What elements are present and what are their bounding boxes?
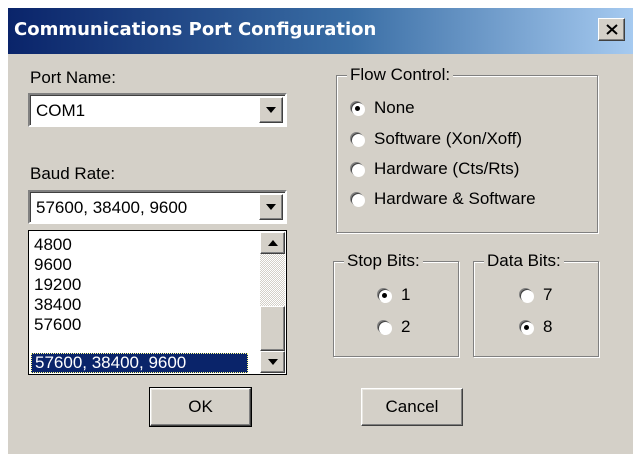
data-bits-7-option[interactable]: 7 bbox=[520, 285, 552, 305]
radio-button[interactable] bbox=[378, 288, 391, 302]
close-button[interactable] bbox=[598, 18, 625, 41]
baud-rate-dropdown-button[interactable] bbox=[259, 194, 283, 220]
baud-rate-list[interactable]: 4800 9600 19200 38400 57600 57600, 38400… bbox=[28, 230, 287, 375]
stop-bits-2-option[interactable]: 2 bbox=[378, 317, 410, 337]
scroll-up-button[interactable] bbox=[260, 232, 285, 254]
radio-label: 8 bbox=[543, 317, 553, 336]
cancel-button[interactable]: Cancel bbox=[361, 388, 463, 426]
radio-label: 2 bbox=[401, 317, 411, 336]
stop-bits-label: Stop Bits: bbox=[344, 251, 423, 271]
port-name-value: COM1 bbox=[36, 101, 86, 120]
radio-button[interactable] bbox=[520, 320, 533, 334]
radio-label: Hardware & Software bbox=[374, 189, 536, 208]
baud-rate-label: Baud Rate: bbox=[30, 164, 116, 183]
window-title: Communications Port Configuration bbox=[14, 19, 377, 40]
radio-label: 1 bbox=[401, 285, 411, 304]
radio-button[interactable] bbox=[351, 132, 364, 146]
chevron-up-icon bbox=[267, 240, 278, 246]
stop-bits-group: Stop Bits: 1 2 bbox=[333, 251, 459, 357]
list-item[interactable]: 57600 bbox=[31, 315, 81, 335]
chevron-down-icon bbox=[266, 107, 276, 113]
radio-button[interactable] bbox=[351, 162, 364, 176]
flow-control-label: Flow Control: bbox=[347, 65, 454, 85]
chevron-down-icon bbox=[267, 359, 278, 365]
radio-label: 7 bbox=[543, 285, 553, 304]
radio-label: Software (Xon/Xoff) bbox=[374, 129, 523, 148]
flow-software-option[interactable]: Software (Xon/Xoff) bbox=[351, 129, 522, 149]
data-bits-8-option[interactable]: 8 bbox=[520, 317, 552, 337]
flow-hardware-option[interactable]: Hardware (Cts/Rts) bbox=[351, 159, 519, 179]
close-icon bbox=[605, 24, 618, 35]
flow-none-option[interactable]: None bbox=[351, 98, 415, 118]
list-item[interactable]: 38400 bbox=[31, 295, 81, 315]
radio-button[interactable] bbox=[378, 320, 391, 334]
radio-label: Hardware (Cts/Rts) bbox=[374, 159, 520, 178]
flow-both-option[interactable]: Hardware & Software bbox=[351, 189, 536, 209]
flow-control-group: Flow Control: None Software (Xon/Xoff) H… bbox=[336, 65, 598, 233]
list-item[interactable]: 9600 bbox=[31, 255, 72, 275]
radio-button[interactable] bbox=[351, 192, 364, 206]
scroll-track[interactable] bbox=[260, 254, 285, 306]
baud-rate-combo[interactable]: 57600, 38400, 9600 bbox=[28, 190, 287, 224]
port-config-dialog: Communications Port Configuration Port N… bbox=[8, 8, 633, 454]
list-item[interactable]: 4800 bbox=[31, 235, 72, 255]
radio-button[interactable] bbox=[351, 101, 364, 115]
scroll-thumb[interactable] bbox=[260, 306, 285, 351]
list-scrollbar[interactable] bbox=[260, 232, 285, 373]
port-name-dropdown-button[interactable] bbox=[259, 97, 283, 123]
scroll-down-button[interactable] bbox=[260, 351, 285, 373]
radio-button[interactable] bbox=[520, 288, 533, 302]
data-bits-label: Data Bits: bbox=[484, 251, 564, 271]
list-item-selected[interactable]: 57600, 38400, 9600 bbox=[31, 353, 248, 373]
port-name-combo[interactable]: COM1 bbox=[28, 93, 287, 127]
radio-label: None bbox=[374, 98, 415, 117]
title-bar[interactable]: Communications Port Configuration bbox=[8, 8, 633, 54]
list-item[interactable]: 19200 bbox=[31, 275, 81, 295]
baud-rate-value: 57600, 38400, 9600 bbox=[36, 198, 188, 217]
ok-button[interactable]: OK bbox=[149, 387, 252, 427]
stop-bits-1-option[interactable]: 1 bbox=[378, 285, 410, 305]
port-name-label: Port Name: bbox=[30, 68, 116, 87]
data-bits-group: Data Bits: 7 8 bbox=[473, 251, 599, 357]
chevron-down-icon bbox=[266, 204, 276, 210]
